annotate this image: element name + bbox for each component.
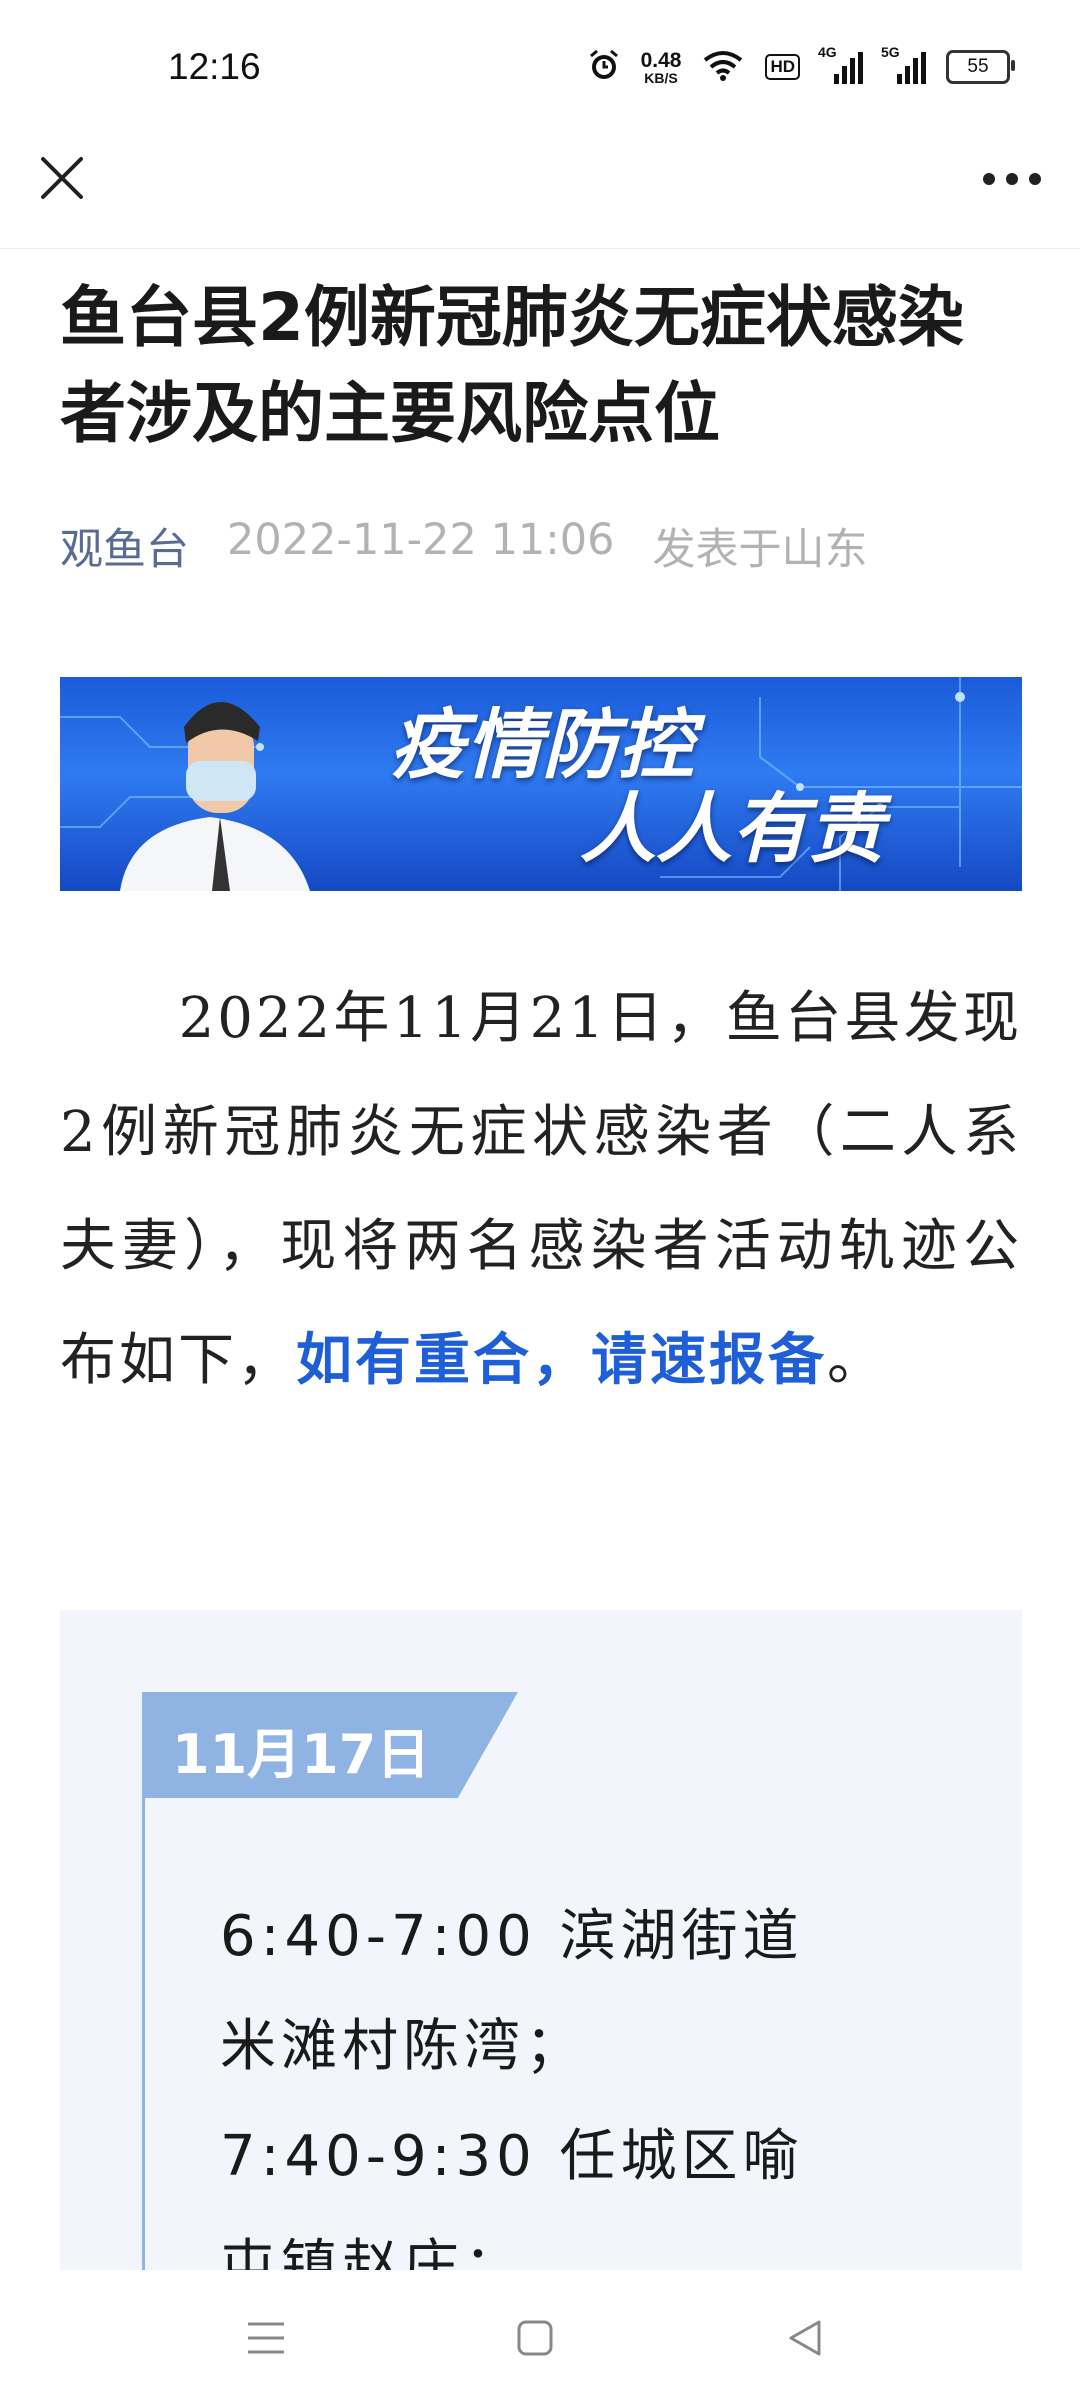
back-triangle-icon bbox=[789, 2320, 821, 2356]
menu-icon bbox=[248, 2322, 284, 2354]
home-square-icon bbox=[517, 2320, 553, 2356]
more-icon bbox=[983, 173, 1041, 185]
report-highlight: 如有重合，请速报备 bbox=[296, 1328, 827, 1393]
status-time: 12:16 bbox=[168, 46, 261, 87]
author-link[interactable]: 观鱼台 bbox=[60, 515, 189, 577]
banner-image: 疫情防控 人人有责 bbox=[60, 677, 1022, 891]
back-nav-button[interactable] bbox=[775, 2310, 835, 2366]
more-button[interactable] bbox=[978, 156, 1046, 202]
publish-date: 2022-11-22 11:06 bbox=[227, 515, 615, 565]
banner-line1: 疫情防控 bbox=[390, 700, 694, 789]
home-nav-button[interactable] bbox=[505, 2310, 565, 2366]
menu-nav-button[interactable] bbox=[236, 2310, 296, 2366]
status-icons: 0.48 KB/S HD 4G 5G 55 bbox=[587, 40, 1015, 94]
article-header bbox=[0, 130, 1080, 249]
timeline-entries: 6:40-7:00 滨湖街道米滩村陈湾； 7:40-9:30 任城区喻屯镇赵庄； bbox=[220, 1882, 860, 2322]
signal-5g-icon: 5G bbox=[881, 44, 926, 84]
hd-badge: HD bbox=[765, 54, 800, 80]
network-speed: 0.48 KB/S bbox=[640, 48, 682, 86]
system-nav-bar bbox=[0, 2270, 1080, 2400]
article-title: 鱼台县2例新冠肺炎无症状感染者涉及的主要风险点位 bbox=[60, 279, 964, 452]
timeline-card: 11月17日 6:40-7:00 滨湖街道米滩村陈湾； 7:40-9:30 任城… bbox=[60, 1610, 1022, 2299]
timeline-entry: 6:40-7:00 滨湖街道米滩村陈湾； bbox=[220, 1904, 804, 2079]
publish-location: 发表于山东 bbox=[652, 525, 868, 575]
banner-line2: 人人有责 bbox=[580, 784, 884, 873]
battery-indicator: 55 bbox=[946, 50, 1015, 84]
banner-slogan: 疫情防控 人人有责 bbox=[390, 703, 884, 871]
signal-4g-icon: 4G bbox=[818, 44, 863, 84]
article-meta: 观鱼台 2022-11-22 11:06 发表于山东 bbox=[60, 515, 867, 577]
date-tag: 11月17日 bbox=[142, 1692, 518, 1798]
status-bar: 12:16 0.48 KB/S HD 4G 5G 55 bbox=[0, 0, 1080, 130]
paragraph-end: 。 bbox=[827, 1328, 886, 1393]
close-button[interactable] bbox=[34, 150, 90, 206]
timeline-line bbox=[142, 1798, 145, 2278]
article-paragraph: 2022年11月21日，鱼台县发现2例新冠肺炎无症状感染者（二人系夫妻），现将两… bbox=[60, 962, 1022, 1418]
close-icon bbox=[41, 157, 83, 199]
date-tag-label: 11月17日 bbox=[172, 1723, 431, 1786]
wifi-icon bbox=[701, 48, 745, 86]
alarm-icon bbox=[587, 48, 621, 86]
